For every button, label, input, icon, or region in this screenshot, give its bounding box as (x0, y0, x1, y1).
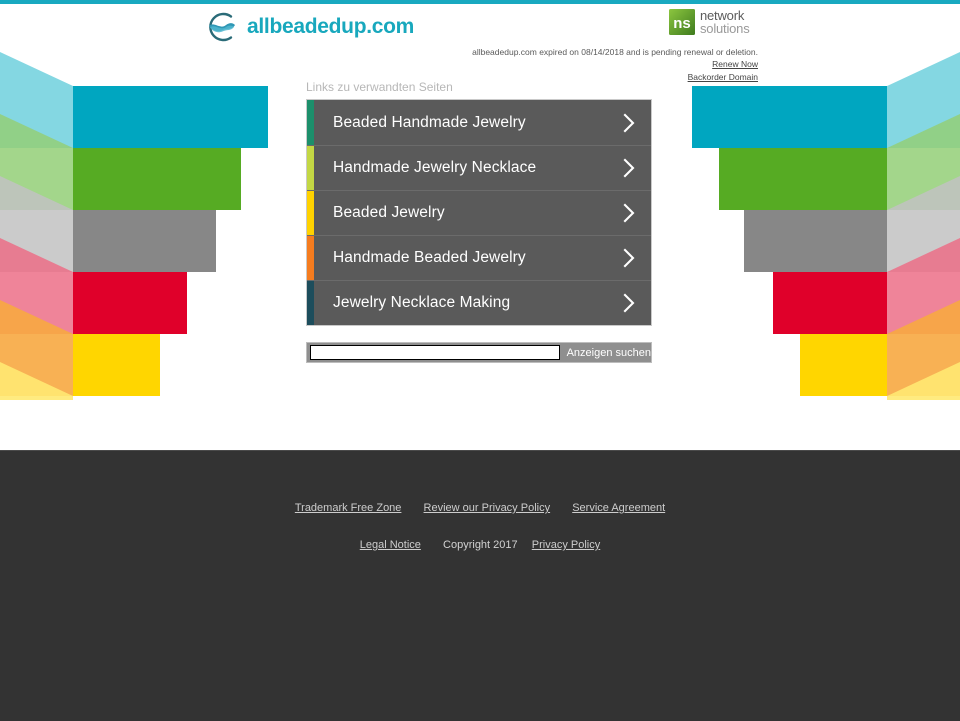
search-button[interactable]: Anzeigen suchen (567, 347, 651, 359)
row-accent-bar (307, 146, 314, 190)
related-link-row-4[interactable]: Handmade Beaded Jewelry (307, 235, 651, 280)
ns-word-line2: solutions (700, 21, 750, 37)
footer-links-row: Trademark Free Zone Review our Privacy P… (0, 502, 960, 514)
related-link-row-3[interactable]: Beaded Jewelry (307, 190, 651, 235)
svg-text:ns: ns (673, 15, 691, 32)
chevron-right-icon (623, 293, 635, 313)
related-link-row-1[interactable]: Beaded Handmade Jewelry (307, 100, 651, 145)
row-accent-bar (307, 100, 314, 145)
row-accent-bar (307, 236, 314, 280)
related-link-label: Beaded Handmade Jewelry (333, 113, 526, 131)
expiry-notice-block: allbeadedup.com expired on 08/14/2018 an… (198, 46, 758, 83)
footer-link-privacy-policy[interactable]: Privacy Policy (532, 539, 600, 551)
chevron-right-icon (623, 248, 635, 268)
row-accent-bar (307, 281, 314, 325)
search-bar: Anzeigen suchen (306, 342, 652, 363)
network-solutions-ns-mark-icon: ns (669, 9, 695, 36)
related-links-panel: Beaded Handmade Jewelry Handmade Jewelry… (306, 99, 652, 326)
related-links-heading: Links zu verwandten Seiten (306, 80, 453, 94)
network-solutions-logo: ns network solutions (669, 9, 750, 36)
footer-legal-row: Legal Notice Copyright 2017 Privacy Poli… (0, 539, 960, 551)
footer-link-service-agreement[interactable]: Service Agreement (572, 502, 665, 514)
footer-copyright-text: Copyright 2017 (443, 539, 518, 551)
related-link-label: Handmade Beaded Jewelry (333, 249, 526, 266)
page-footer: Trademark Free Zone Review our Privacy P… (0, 450, 960, 721)
backorder-domain-link[interactable]: Backorder Domain (198, 71, 758, 83)
expiry-notice-text: allbeadedup.com expired on 08/14/2018 an… (472, 47, 758, 57)
search-input[interactable] (310, 345, 560, 360)
page-header: allbeadedup.com ns network solutions all… (0, 0, 960, 82)
chevron-right-icon (623, 158, 635, 178)
brand: allbeadedup.com (204, 11, 414, 43)
chevron-right-icon (623, 113, 635, 132)
related-link-label: Jewelry Necklace Making (333, 294, 511, 311)
ns-word-line1: network (700, 8, 745, 23)
footer-link-review-privacy-policy[interactable]: Review our Privacy Policy (424, 502, 551, 514)
footer-link-legal-notice[interactable]: Legal Notice (360, 539, 421, 551)
renew-now-link[interactable]: Renew Now (198, 58, 758, 70)
related-link-label: Handmade Jewelry Necklace (333, 159, 537, 176)
network-solutions-wordmark: network solutions (700, 9, 750, 36)
brand-name: allbeadedup.com (247, 15, 415, 38)
swirl-wave-circle-icon (209, 12, 235, 42)
related-link-row-2[interactable]: Handmade Jewelry Necklace (307, 145, 651, 190)
row-accent-bar (307, 191, 314, 235)
related-link-row-5[interactable]: Jewelry Necklace Making (307, 280, 651, 325)
chevron-right-icon (623, 203, 635, 223)
footer-link-trademark-free-zone[interactable]: Trademark Free Zone (295, 502, 402, 514)
page-content: allbeadedup.com ns network solutions all… (0, 0, 960, 450)
related-link-label: Beaded Jewelry (333, 204, 445, 221)
